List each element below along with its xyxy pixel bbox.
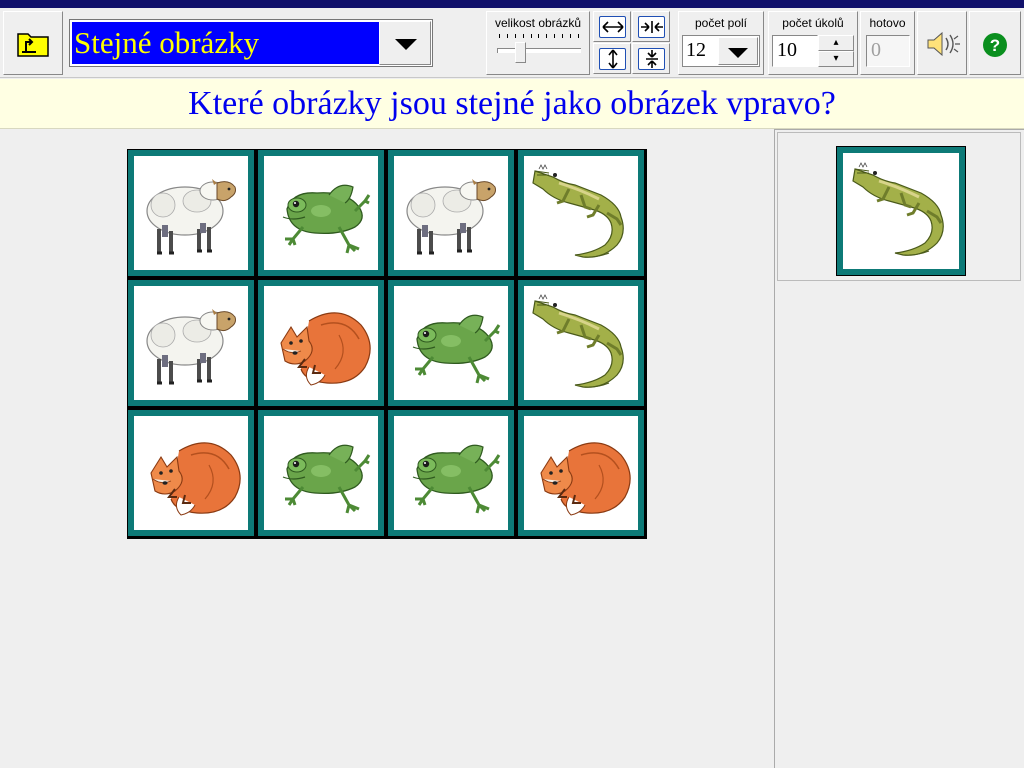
svg-text:?: ? [990,36,1000,55]
side-panel [774,129,1024,768]
fields-count-select[interactable]: 12 [682,35,760,67]
fields-count-group: počet polí 12 [678,11,764,75]
target-card [843,153,959,269]
slider-ticks [499,34,579,40]
tasks-count-input[interactable]: 10 [772,35,818,67]
crocodile-picture [524,286,638,400]
picture-card[interactable] [257,279,385,407]
speaker-icon [927,31,960,57]
game-select-value: Stejné obrázky [72,22,379,64]
frog-picture [394,416,508,530]
image-size-slider-track[interactable] [497,48,581,53]
done-value: 0 [871,39,881,61]
help-button[interactable]: ? [969,11,1021,75]
tasks-count-value: 10 [777,39,797,61]
tasks-count-spinner: ▴ ▾ [818,35,854,67]
sheep-picture [134,156,248,270]
done-counter: 0 [866,35,910,67]
fields-count-label: počet polí [694,16,748,30]
sheep-picture [394,156,508,270]
target-picture [836,146,966,276]
shorter-button[interactable] [632,43,670,74]
image-size-label: velikost obrázků [494,16,582,30]
fox-picture [524,416,638,530]
spin-up-button[interactable]: ▴ [818,35,854,51]
fields-count-value: 12 [686,39,706,61]
grid-shape-buttons [593,11,671,75]
speaker-button[interactable] [917,11,967,75]
chevron-down-icon [395,39,417,50]
picture-card[interactable] [387,409,515,537]
picture-board [127,149,647,539]
question-text: Které obrázky jsou stejné jako obrázek v… [188,85,836,122]
picture-card[interactable] [517,279,645,407]
shorter-icon [645,50,658,68]
frog-picture [264,416,378,530]
taller-button[interactable] [593,43,631,74]
widen-button[interactable] [593,11,631,42]
help-icon: ? [983,33,1007,57]
game-select-dropdown-button[interactable] [379,21,431,65]
toolbar: Stejné obrázky velikost obrázků počet po… [0,8,1024,78]
app-window: Stejné obrázky velikost obrázků počet po… [0,0,1024,768]
tasks-count-group: počet úkolů 10 ▴ ▾ [768,11,858,75]
tasks-count-label: počet úkolů [782,16,844,30]
widen-icon [601,21,624,33]
frog-picture [264,156,378,270]
narrow-button[interactable] [632,11,670,42]
picture-card[interactable] [517,409,645,537]
sheep-picture [134,286,248,400]
image-size-slider-thumb[interactable] [515,42,527,63]
done-group: hotovo 0 [860,11,915,75]
chevron-down-icon [728,48,748,58]
picture-card[interactable] [257,149,385,277]
picture-card[interactable] [257,409,385,537]
crocodile-picture [524,156,638,270]
back-to-menu-button[interactable] [3,11,63,75]
picture-card[interactable] [387,149,515,277]
narrow-icon [640,21,663,33]
folder-up-icon [17,33,49,57]
fields-count-dropdown-button[interactable] [718,37,758,65]
picture-card[interactable] [387,279,515,407]
taller-icon [607,49,618,69]
game-select[interactable]: Stejné obrázky [69,19,433,67]
window-top-strip [0,0,1024,8]
target-picture-box [777,132,1021,281]
picture-card[interactable] [127,279,255,407]
fox-picture [264,286,378,400]
fox-picture [134,416,248,530]
picture-card[interactable] [127,409,255,537]
picture-card[interactable] [127,149,255,277]
picture-card[interactable] [517,149,645,277]
spin-down-button[interactable]: ▾ [818,51,854,67]
done-label: hotovo [869,16,906,30]
image-size-group: velikost obrázků [486,11,590,75]
question-bar: Které obrázky jsou stejné jako obrázek v… [0,79,1024,129]
frog-picture [394,286,508,400]
